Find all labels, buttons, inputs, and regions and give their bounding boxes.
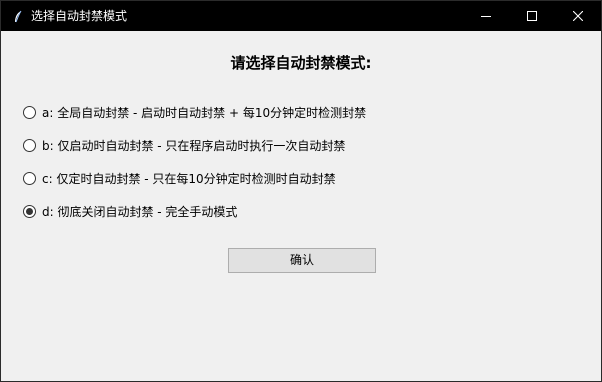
radio-button-selected[interactable] bbox=[23, 204, 36, 218]
title-bar[interactable]: 选择自动封禁模式 bbox=[1, 1, 601, 31]
window-title: 选择自动封禁模式 bbox=[31, 9, 128, 23]
option-a-radio[interactable]: a: 全局自动封禁 - 启动时自动封禁 + 每10分钟定时检测封禁 bbox=[23, 102, 366, 122]
feather-icon bbox=[13, 9, 23, 23]
radio-button[interactable] bbox=[23, 138, 36, 152]
option-c-radio[interactable]: c: 仅定时自动封禁 - 只在每10分钟定时检测时自动封禁 bbox=[23, 168, 336, 188]
option-label[interactable]: b: 仅启动时自动封禁 - 只在程序启动时执行一次自动封禁 bbox=[42, 137, 345, 154]
option-b-radio[interactable]: b: 仅启动时自动封禁 - 只在程序启动时执行一次自动封禁 bbox=[23, 135, 345, 155]
close-icon bbox=[573, 11, 583, 21]
maximize-icon bbox=[527, 11, 537, 21]
option-label[interactable]: c: 仅定时自动封禁 - 只在每10分钟定时检测时自动封禁 bbox=[42, 170, 336, 187]
radio-button[interactable] bbox=[23, 171, 36, 185]
minimize-icon bbox=[481, 16, 491, 17]
radio-selected-dot bbox=[26, 207, 33, 215]
close-button[interactable] bbox=[555, 1, 601, 31]
option-d-radio[interactable]: d: 彻底关闭自动封禁 - 完全手动模式 bbox=[23, 201, 237, 221]
maximize-button[interactable] bbox=[509, 1, 555, 31]
confirm-button[interactable]: 确认 bbox=[228, 248, 376, 273]
radio-button[interactable] bbox=[23, 105, 36, 119]
option-label[interactable]: d: 彻底关闭自动封禁 - 完全手动模式 bbox=[42, 203, 237, 220]
page-title: 请选择自动封禁模式: bbox=[230, 54, 372, 72]
dialog-window: 选择自动封禁模式 请选择自动封禁模式: a: 全局自动封禁 - 启动时自动封禁 … bbox=[0, 0, 602, 382]
option-label[interactable]: a: 全局自动封禁 - 启动时自动封禁 + 每10分钟定时检测封禁 bbox=[42, 104, 366, 121]
minimize-button[interactable] bbox=[463, 1, 509, 31]
